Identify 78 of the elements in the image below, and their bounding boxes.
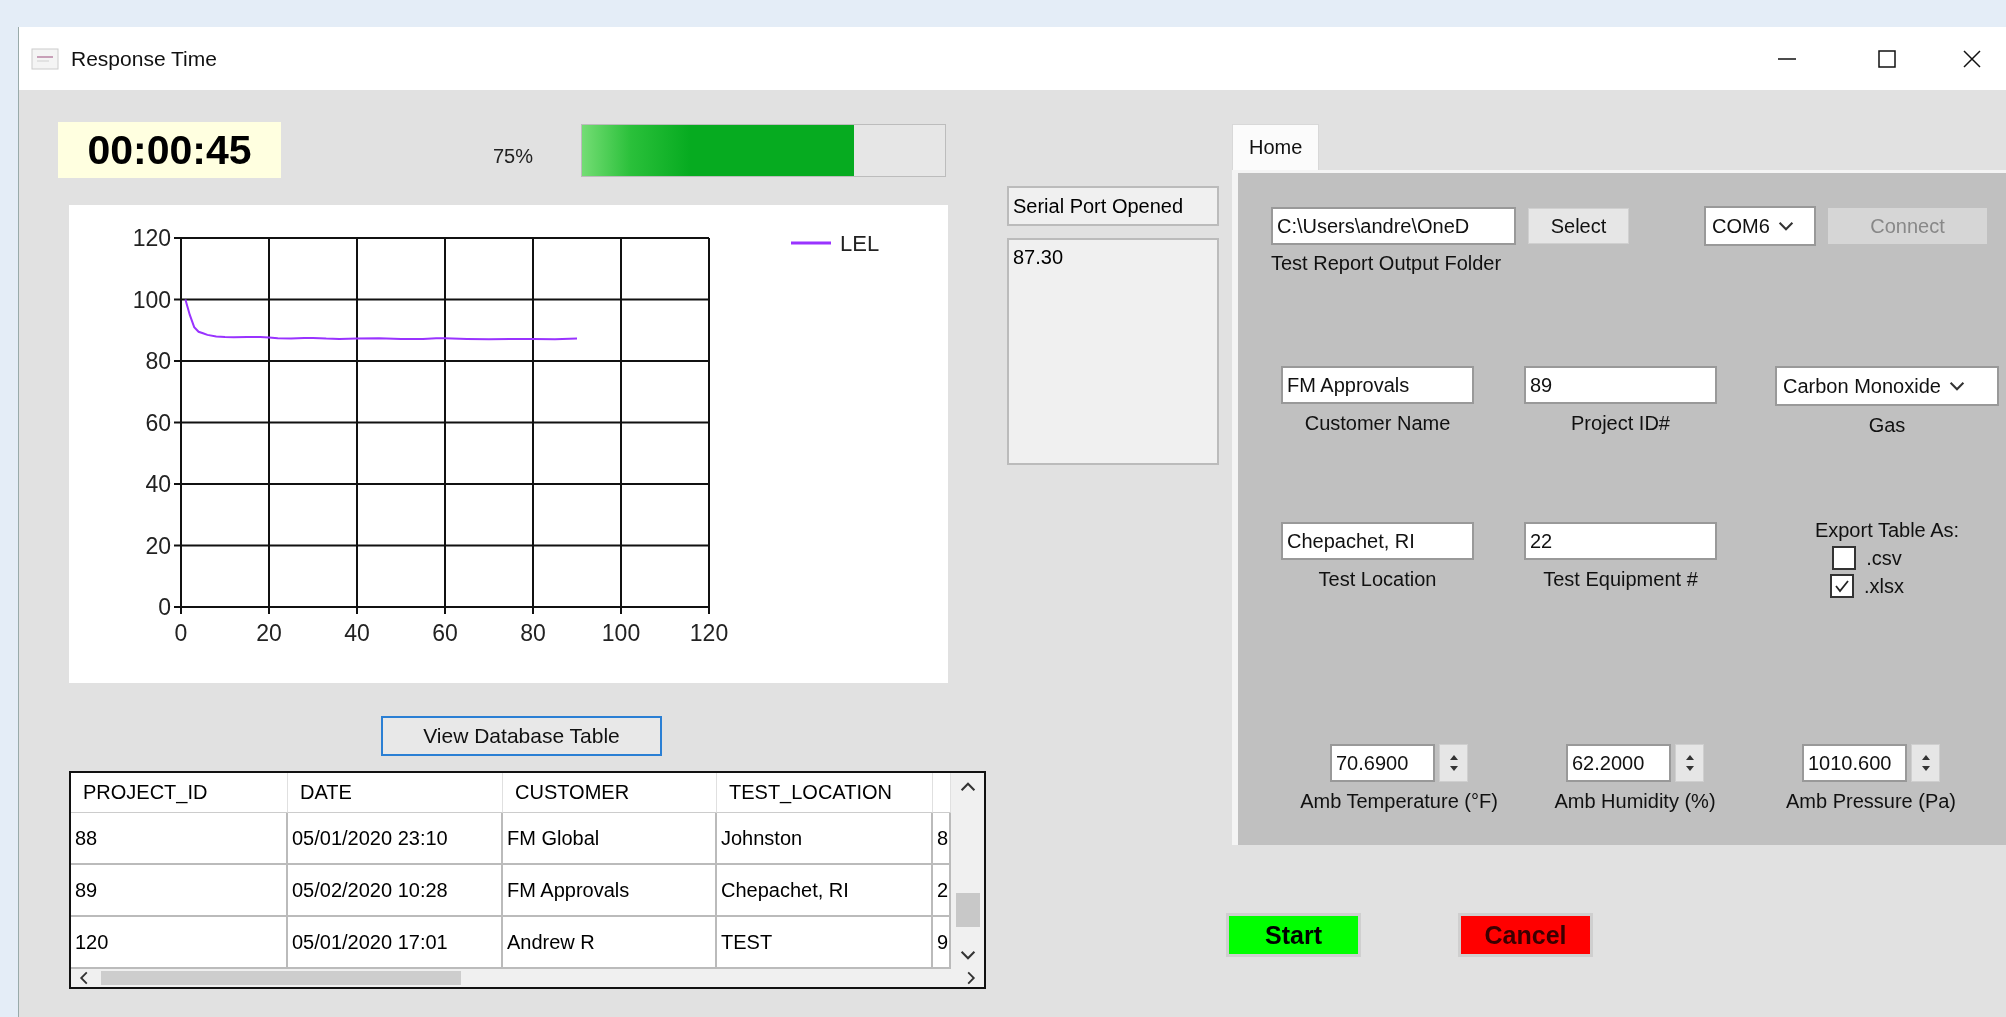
column-header[interactable]: CUSTOMER [503,773,717,813]
scroll-thumb[interactable] [955,893,980,927]
text-field[interactable]: Chepachet, RI [1281,522,1474,560]
text-field[interactable]: 89 [1524,366,1717,404]
x-tick-label: 40 [344,620,370,646]
column-header[interactable]: DATE [288,773,503,813]
tab[interactable]: Home [1232,124,1320,170]
table-cell: 9 [933,917,951,969]
port-dropdown[interactable]: COM6 [1704,206,1816,246]
y-tick-label: 100 [132,286,171,313]
y-tick-label: 60 [145,409,171,436]
serial-output: 87.30 [1006,238,1219,465]
app-icon [31,47,59,70]
x-tick-label: 100 [601,620,641,646]
progress-percent: 75% [493,143,535,168]
table-cell: Chepachet, RI [717,865,933,917]
spin-buttons[interactable] [1439,744,1468,782]
y-tick-label: 120 [132,225,171,251]
y-tick-label: 20 [145,532,171,559]
number-field[interactable]: 1010.600 [1802,744,1907,782]
field-label: Gas [1868,414,1906,437]
x-tick-label: 0 [174,620,188,646]
column-header[interactable]: TEST_LOCATION [717,773,933,813]
field-label: Amb Humidity (%) [1554,790,1716,813]
table-cell: FM Global [503,813,717,865]
table-cell: Johnston [717,813,933,865]
legend-swatch [791,241,831,245]
number-field[interactable]: 70.6900 [1330,744,1435,782]
checkbox-label: .csv [1866,546,1902,570]
close-icon[interactable] [1962,48,1982,69]
legend-label: LEL [840,231,880,256]
view-table-button[interactable]: View Database Table [381,716,662,756]
table-cell: 89 [71,865,288,917]
field-label: Test Report Output Folder [1271,252,1503,275]
table-cell: 05/01/2020 23:10 [288,813,503,865]
scroll-thumb[interactable] [101,971,461,985]
y-tick-label: 80 [145,348,171,374]
column-header[interactable]: PROJECT_ID [71,773,288,813]
x-tick-label: 20 [256,620,282,646]
number-field[interactable]: 62.2000 [1566,744,1671,782]
window-title: Response Time [71,46,217,71]
field-label: Project ID# [1571,412,1670,435]
table-cell: 8 [933,813,951,865]
text-field[interactable]: FM Approvals [1281,366,1474,404]
checkbox[interactable] [1832,546,1857,570]
elapsed-timer: 00:00:45 [58,122,281,178]
field-label: Amb Temperature (°F) [1300,790,1498,813]
y-tick-label: 40 [145,471,171,497]
x-tick-label: 120 [689,620,729,646]
select-button[interactable]: Select [1528,208,1629,244]
field-label: Test Location [1318,568,1437,591]
table-cell: 05/01/2020 17:01 [288,917,503,969]
table-cell: 05/02/2020 10:28 [288,865,503,917]
port-status: Serial Port Opened [1006,186,1219,226]
table-cell: 2 [933,865,951,917]
x-tick-label: 60 [432,620,458,646]
folder-path-field[interactable]: C:\Users\andre\OneD [1271,207,1516,245]
field-label: Customer Name [1304,412,1451,435]
y-tick-label: 0 [158,594,171,620]
gas-dropdown[interactable]: Carbon Monoxide [1775,366,1999,406]
field-label: Test Equipment # [1543,568,1698,591]
text-field[interactable]: 22 [1524,522,1717,560]
table-cell: 120 [71,917,288,969]
maximize-icon[interactable] [1877,48,1897,69]
table-cell: FM Approvals [503,865,717,917]
start-button[interactable]: Start [1226,913,1361,957]
field-label: Amb Pressure (Pa) [1785,790,1957,813]
checkmark-icon [1834,578,1850,594]
checkbox-label: .xlsx [1864,574,1904,598]
table-cell: Andrew R [503,917,717,969]
table-cell: TEST [717,917,933,969]
x-tick-label: 80 [520,620,546,646]
spin-buttons[interactable] [1911,744,1940,782]
checkbox[interactable] [1830,574,1854,598]
spin-buttons[interactable] [1675,744,1704,782]
export-label: Export Table As: [1814,519,1960,542]
table-cell: 88 [71,813,288,865]
cancel-button[interactable]: Cancel [1458,913,1593,957]
